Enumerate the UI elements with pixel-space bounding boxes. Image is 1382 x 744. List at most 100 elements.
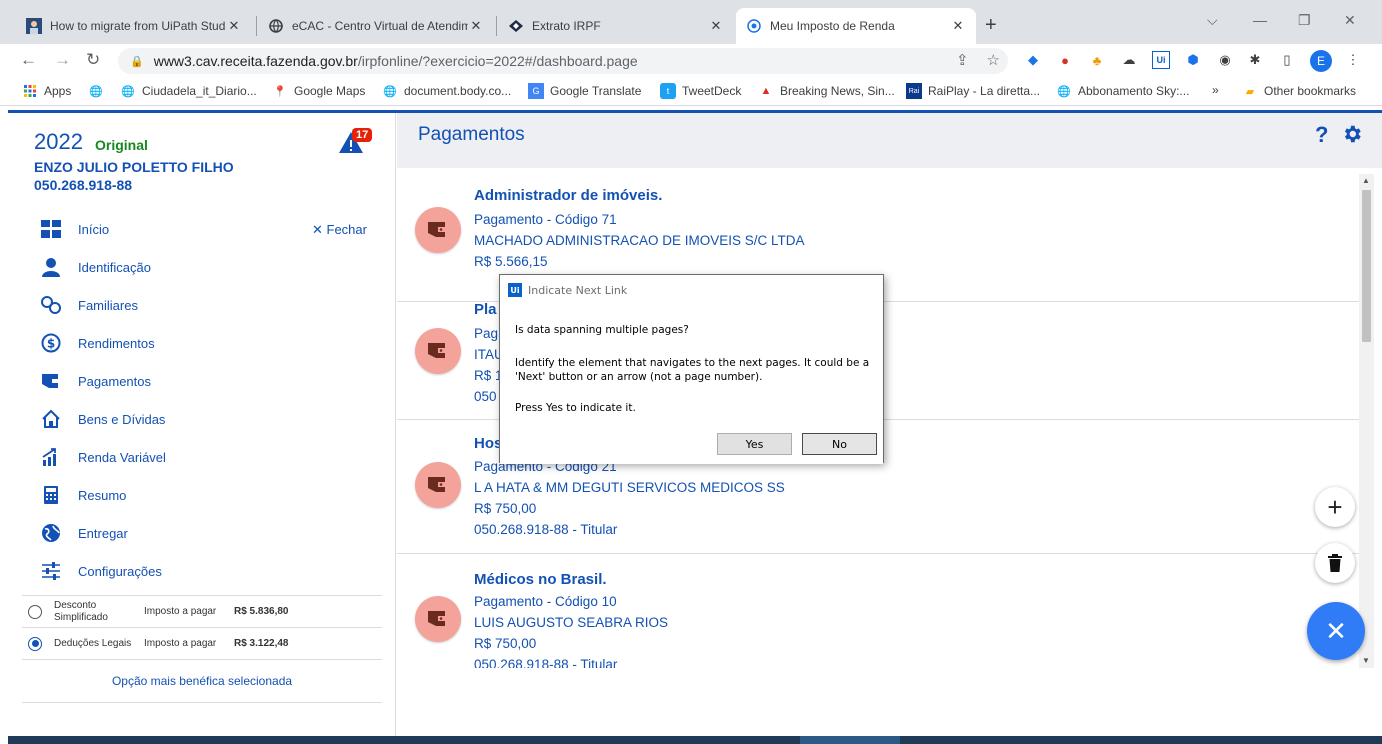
add-payment-button[interactable]: +: [1315, 487, 1355, 527]
family-icon: [40, 294, 62, 316]
tab-extrato[interactable]: Extrato IRPF ✕: [498, 8, 734, 44]
bookmark-google-translate[interactable]: G Google Translate: [528, 83, 641, 99]
payment-beneficiary: L A HATA & MM DEGUTI SERVICOS MEDICOS SS: [474, 480, 785, 495]
page-title: Pagamentos: [418, 124, 525, 145]
close-fab-button[interactable]: ✕: [1307, 602, 1365, 660]
bookmark-raiplay[interactable]: Rai RaiPlay - La diretta...: [906, 83, 1040, 99]
bookmark-apps[interactable]: Apps: [22, 83, 71, 99]
payment-card[interactable]: Médicos no Brasil. Pagamento - Código 10…: [397, 554, 1359, 668]
close-window-icon[interactable]: ✕: [1344, 12, 1356, 29]
tab-uipath[interactable]: How to migrate from UiPath Stud ✕: [16, 8, 252, 44]
radio-button[interactable]: [28, 636, 42, 651]
extension-bird-icon[interactable]: ◆: [1024, 51, 1042, 69]
payment-code: Pagamento - Código 10: [474, 594, 617, 609]
sidebar-item-bens-dividas[interactable]: Bens e Dívidas: [40, 405, 340, 433]
dialog-description: Identify the element that navigates to t…: [515, 357, 870, 383]
new-tab-icon[interactable]: +: [985, 14, 997, 37]
payment-beneficiary: MACHADO ADMINISTRACAO DE IMOVEIS S/C LTD…: [474, 233, 805, 248]
option-label: Imposto a pagar: [144, 606, 217, 617]
sidebar-item-renda-variavel[interactable]: Renda Variável: [40, 443, 340, 471]
apps-grid-icon: [22, 83, 38, 99]
tab-title: Extrato IRPF: [532, 19, 601, 33]
best-option-note: Opção mais benéfica selecionada: [22, 659, 382, 703]
sidebar-item-label: Bens e Dívidas: [78, 411, 166, 427]
sliders-icon: [40, 560, 62, 582]
payment-beneficiary: LUIS AUGUSTO SEABRA RIOS: [474, 615, 669, 630]
tab-search-chevron-icon[interactable]: ⌵: [1207, 12, 1218, 29]
tab-close-icon[interactable]: ✕: [950, 18, 966, 34]
bookmark-ciudadela[interactable]: 🌐 Ciudadela_it_Diario...: [120, 83, 257, 99]
forward-icon[interactable]: →: [54, 50, 71, 70]
sidebar-item-inicio[interactable]: Início: [40, 215, 340, 243]
dialog-prompt: Press Yes to indicate it.: [515, 402, 636, 414]
minimize-icon[interactable]: —: [1253, 12, 1267, 28]
help-icon[interactable]: ?: [1315, 122, 1328, 148]
sidebar-item-label: Configurações: [78, 563, 162, 579]
scrollbar-thumb[interactable]: [1362, 190, 1371, 342]
gear-icon[interactable]: [1341, 123, 1363, 145]
payment-title: Médicos no Brasil.: [474, 571, 607, 588]
sidebar-item-rendimentos[interactable]: $ Rendimentos: [40, 329, 340, 357]
bookmark-label: Apps: [44, 84, 72, 98]
extensions-puzzle-icon[interactable]: ✱: [1246, 51, 1264, 69]
delete-button[interactable]: [1315, 543, 1355, 583]
bookmark-tweetdeck[interactable]: t TweetDeck: [660, 83, 741, 99]
option-name: Desconto Simplificado: [54, 599, 108, 623]
bookmark-breaking-news[interactable]: ▲ Breaking News, Sin...: [758, 83, 895, 99]
tab-ecac[interactable]: eCAC - Centro Virtual de Atendim ✕: [258, 8, 494, 44]
sidebar-item-identificacao[interactable]: Identificação: [40, 253, 340, 281]
sidebar-item-familiares[interactable]: Familiares: [40, 291, 340, 319]
globe-icon: 🌐: [89, 85, 103, 98]
chart-growth-icon: [40, 446, 62, 468]
dialog-title: Indicate Next Link: [528, 283, 628, 297]
address-bar[interactable]: 🔒 www3.cav.receita.fazenda.gov.br/irpfon…: [118, 48, 1008, 74]
option-deducoes-legais[interactable]: Deduções Legais Imposto a pagar R$ 3.122…: [22, 627, 382, 659]
reload-icon[interactable]: ↻: [86, 50, 100, 70]
payment-amount: R$ 750,00: [474, 501, 537, 516]
share-icon[interactable]: ⇪: [956, 51, 969, 69]
browser-menu-icon[interactable]: ⋮: [1344, 51, 1362, 69]
page-header: Pagamentos ?: [397, 113, 1382, 168]
sidebar-item-entregar[interactable]: Entregar: [40, 519, 340, 547]
back-icon[interactable]: ←: [20, 50, 37, 70]
bookmark-abbonamento-sky[interactable]: 🌐 Abbonamento Sky:...: [1056, 83, 1189, 99]
globe-icon: 🌐: [1057, 85, 1071, 98]
profile-avatar[interactable]: E: [1310, 50, 1332, 72]
payment-cpf: 050.268.918-88 - Titular: [474, 657, 618, 668]
tab-close-icon[interactable]: ✕: [468, 18, 484, 34]
bookmark-globe[interactable]: 🌐: [88, 83, 110, 99]
bookmark-document-body[interactable]: 🌐 document.body.co...: [382, 83, 511, 99]
radio-button[interactable]: [28, 604, 42, 619]
scroll-up-icon[interactable]: ▲: [1362, 176, 1370, 185]
option-desconto-simplificado[interactable]: Desconto Simplificado Imposto a pagar R$…: [22, 595, 382, 627]
declaration-year: 2022: [34, 129, 83, 154]
tab-close-icon[interactable]: ✕: [708, 18, 724, 34]
alert-count-badge[interactable]: 17: [352, 128, 373, 142]
scroll-down-icon[interactable]: ▼: [1362, 656, 1370, 665]
extension-lastpass-icon[interactable]: ●: [1056, 51, 1074, 69]
bookmark-google-maps[interactable]: 📍 Google Maps: [272, 83, 365, 99]
no-button[interactable]: No: [802, 433, 877, 455]
svg-text:$: $: [47, 337, 55, 351]
yes-button[interactable]: Yes: [717, 433, 792, 455]
extension-uipath-icon[interactable]: Ui: [1152, 51, 1170, 69]
sidebar-item-configuracoes[interactable]: Configurações: [40, 557, 340, 585]
extension-chat-icon[interactable]: ◉: [1216, 51, 1234, 69]
restore-icon[interactable]: ❐: [1298, 12, 1311, 29]
bookmark-star-icon[interactable]: ☆: [987, 51, 1000, 69]
more-bookmarks-icon[interactable]: »: [1212, 83, 1219, 97]
payment-amount: R$ 750,00: [474, 636, 537, 651]
sidebar-item-resumo[interactable]: Resumo: [40, 481, 340, 509]
taskbar-segment: [800, 736, 900, 744]
tab-close-icon[interactable]: ✕: [226, 18, 242, 34]
tab-meu-imposto[interactable]: Meu Imposto de Renda ✕: [736, 8, 976, 44]
list-scrollbar[interactable]: ▲ ▼: [1359, 174, 1374, 668]
sidebar-item-pagamentos[interactable]: Pagamentos: [40, 367, 340, 395]
extension-shield-icon[interactable]: ⬢: [1184, 51, 1202, 69]
side-panel-icon[interactable]: ▯: [1278, 51, 1296, 69]
declaration-type: Original: [95, 137, 148, 153]
tab-strip: How to migrate from UiPath Stud ✕ eCAC -…: [0, 0, 1382, 44]
extension-people-icon[interactable]: ♣: [1088, 51, 1106, 69]
other-bookmarks[interactable]: ▰ Other bookmarks: [1242, 83, 1356, 99]
extension-cloud-icon[interactable]: ☁: [1120, 51, 1138, 69]
